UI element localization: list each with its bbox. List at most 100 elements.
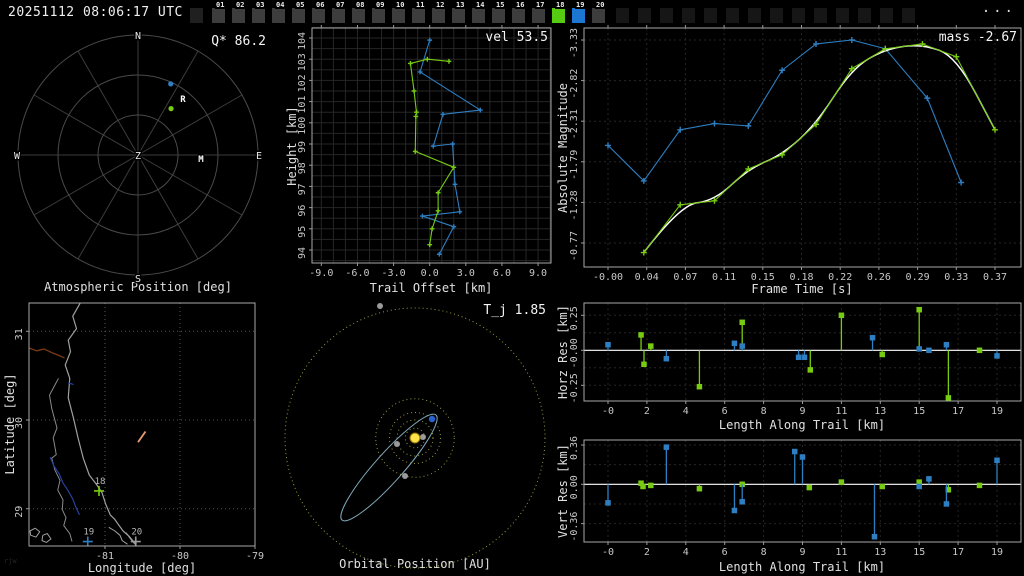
station-19-lightcurve-marker xyxy=(711,120,718,127)
station-19-horz-point xyxy=(994,353,1000,359)
frame-thumbnail-active-green[interactable] xyxy=(552,8,565,23)
frame-thumbnail[interactable] xyxy=(232,8,245,23)
lightcurve-xlabel: Frame Time [s] xyxy=(751,282,852,296)
frame-thumbnail[interactable] xyxy=(252,8,265,23)
station-19-horz-point xyxy=(869,334,876,341)
dashboard-stage: RM -9.0 -6.0 -3.0 0.0 3.0 6.0 9.09495969798991… xyxy=(3,25,1022,575)
lightcurve-xtick: 0.33 xyxy=(944,272,968,283)
station-label-20: 20 xyxy=(131,528,142,538)
frame-thumbnail-empty[interactable] xyxy=(880,8,893,23)
station-18-lightcurve-marker xyxy=(953,53,960,60)
lightcurve-xtick: -0.00 xyxy=(593,272,623,283)
lightcurve-ytick: -1.28 xyxy=(569,190,580,220)
frame-thumbnail-empty[interactable] xyxy=(660,8,673,23)
frame-thumbnail-blank[interactable] xyxy=(190,8,203,23)
frame-thumbnail-active-blue[interactable] xyxy=(572,8,585,23)
frame-thumbnail-empty[interactable] xyxy=(748,8,761,23)
q-value-annotation: Q* 86.2 xyxy=(211,34,266,49)
station-19-lightcurve-marker xyxy=(958,179,965,186)
station-18-vert-point xyxy=(838,479,845,485)
frame-thumbnail-empty[interactable] xyxy=(858,8,871,23)
frame-thumbnail-empty[interactable] xyxy=(704,8,717,23)
frame-thumbnail-empty[interactable] xyxy=(770,8,783,23)
green-track-position xyxy=(168,106,174,112)
frame-thumbnail[interactable] xyxy=(512,8,525,23)
frame-thumbnail[interactable] xyxy=(272,8,285,23)
frame-thumbnail[interactable] xyxy=(372,8,385,23)
sun-dot xyxy=(409,432,421,444)
station-18-horz-point xyxy=(739,319,745,326)
frame-thumbnail[interactable] xyxy=(312,8,325,23)
barrier-island xyxy=(108,526,128,545)
station-19-vert-point xyxy=(791,448,798,455)
frame-number-label: 04 xyxy=(275,1,286,9)
station-19-trail-marker xyxy=(436,251,442,257)
station-19-horz-point xyxy=(731,340,738,347)
frame-thumbnail[interactable] xyxy=(292,8,305,23)
trail-ylabel: Height [km] xyxy=(285,106,299,185)
frame-thumbnail-empty[interactable] xyxy=(638,8,651,23)
frame-thumbnail-empty[interactable] xyxy=(836,8,849,23)
utc-timestamp: 20251112 08:06:17 UTC xyxy=(8,5,183,20)
frame-thumbnail[interactable] xyxy=(532,8,545,23)
frame-number-label: 03 xyxy=(255,1,266,9)
res-xtick: 11 xyxy=(835,547,847,558)
frame-thumbnail[interactable] xyxy=(352,8,365,23)
frame-thumbnail-empty[interactable] xyxy=(792,8,805,23)
station-19-horz-point xyxy=(801,354,808,361)
mass-annotation: mass -2.67 xyxy=(939,30,1017,45)
light-curve-plot: -0.00 0.04 0.07 0.11 0.15 0.18 0.22 0.26 0.29 0.3… xyxy=(569,25,1022,283)
frame-thumbnail[interactable] xyxy=(452,8,465,23)
station-19-lightcurve xyxy=(607,39,962,183)
station-19-horz-point xyxy=(916,346,922,352)
frame-thumbnail-empty[interactable] xyxy=(726,8,739,23)
compass-n-label: N xyxy=(135,31,141,42)
station-label-19: 19 xyxy=(83,528,94,538)
lightcurve-ytick: -3.33 xyxy=(569,28,580,58)
station-18-lightcurve xyxy=(643,43,996,253)
frame-thumbnail-empty[interactable] xyxy=(616,8,629,23)
res-ytick: -0.25 xyxy=(569,373,580,403)
res-xtick: 17 xyxy=(952,547,964,558)
frame-thumbnail[interactable] xyxy=(392,8,405,23)
meteoroid-orbit-ellipse xyxy=(340,413,438,522)
frame-thumbnail[interactable] xyxy=(412,8,425,23)
frame-thumbnail-empty[interactable] xyxy=(682,8,695,23)
frame-number-label: 14 xyxy=(475,1,486,9)
frame-thumbnail-empty[interactable] xyxy=(902,8,915,23)
station-18-horz-point xyxy=(879,351,885,358)
frame-thumbnail[interactable] xyxy=(472,8,485,23)
res-xtick: 2 xyxy=(644,406,650,417)
frame-thumbnail[interactable] xyxy=(212,8,225,23)
station-18-trail-marker xyxy=(411,88,417,94)
station-18-horz-point xyxy=(696,383,703,390)
frame-thumbnail-empty[interactable] xyxy=(814,8,827,23)
res-xtick: 2 xyxy=(644,547,650,558)
station-18-lightcurve-marker xyxy=(992,126,998,133)
blue-track-position xyxy=(168,81,174,87)
vert-residuals-plot: -0 2 4 6 8 9 11 13 15 17 19 0.36 0.00 -0.36 xyxy=(569,436,1022,558)
frame-thumbnail[interactable] xyxy=(592,8,605,23)
frame-thumbnail[interactable] xyxy=(492,8,505,23)
station-19-trail-marker xyxy=(457,209,463,215)
station-18-horz-point xyxy=(807,367,814,373)
res-xtick: 6 xyxy=(722,547,728,558)
orbital-caption: Orbital Position [AU] xyxy=(339,557,491,571)
island-outline xyxy=(29,527,41,538)
jupiter-dot xyxy=(377,303,383,309)
zenith-label: Z xyxy=(135,151,141,162)
overflow-menu-ellipsis[interactable]: ... xyxy=(982,0,1016,16)
compass-w-label: W xyxy=(14,151,21,162)
polar-spoke xyxy=(33,94,139,156)
frame-number-label: 12 xyxy=(435,1,446,9)
res-xtick: 8 xyxy=(761,406,767,417)
res-xtick: 15 xyxy=(913,547,925,558)
vert-res-xlabel: Length Along Trail [km] xyxy=(719,560,885,574)
frame-thumbnail[interactable] xyxy=(432,8,445,23)
polar-marker-M: M xyxy=(198,155,204,165)
ground-track-map: 1819 20-81 -80 -79293031 xyxy=(14,302,264,562)
trail-ytick: 96 xyxy=(297,205,308,217)
station-19-lightcurve-marker xyxy=(848,37,855,43)
frame-number-label: 18 xyxy=(555,1,566,9)
frame-thumbnail[interactable] xyxy=(332,8,345,23)
